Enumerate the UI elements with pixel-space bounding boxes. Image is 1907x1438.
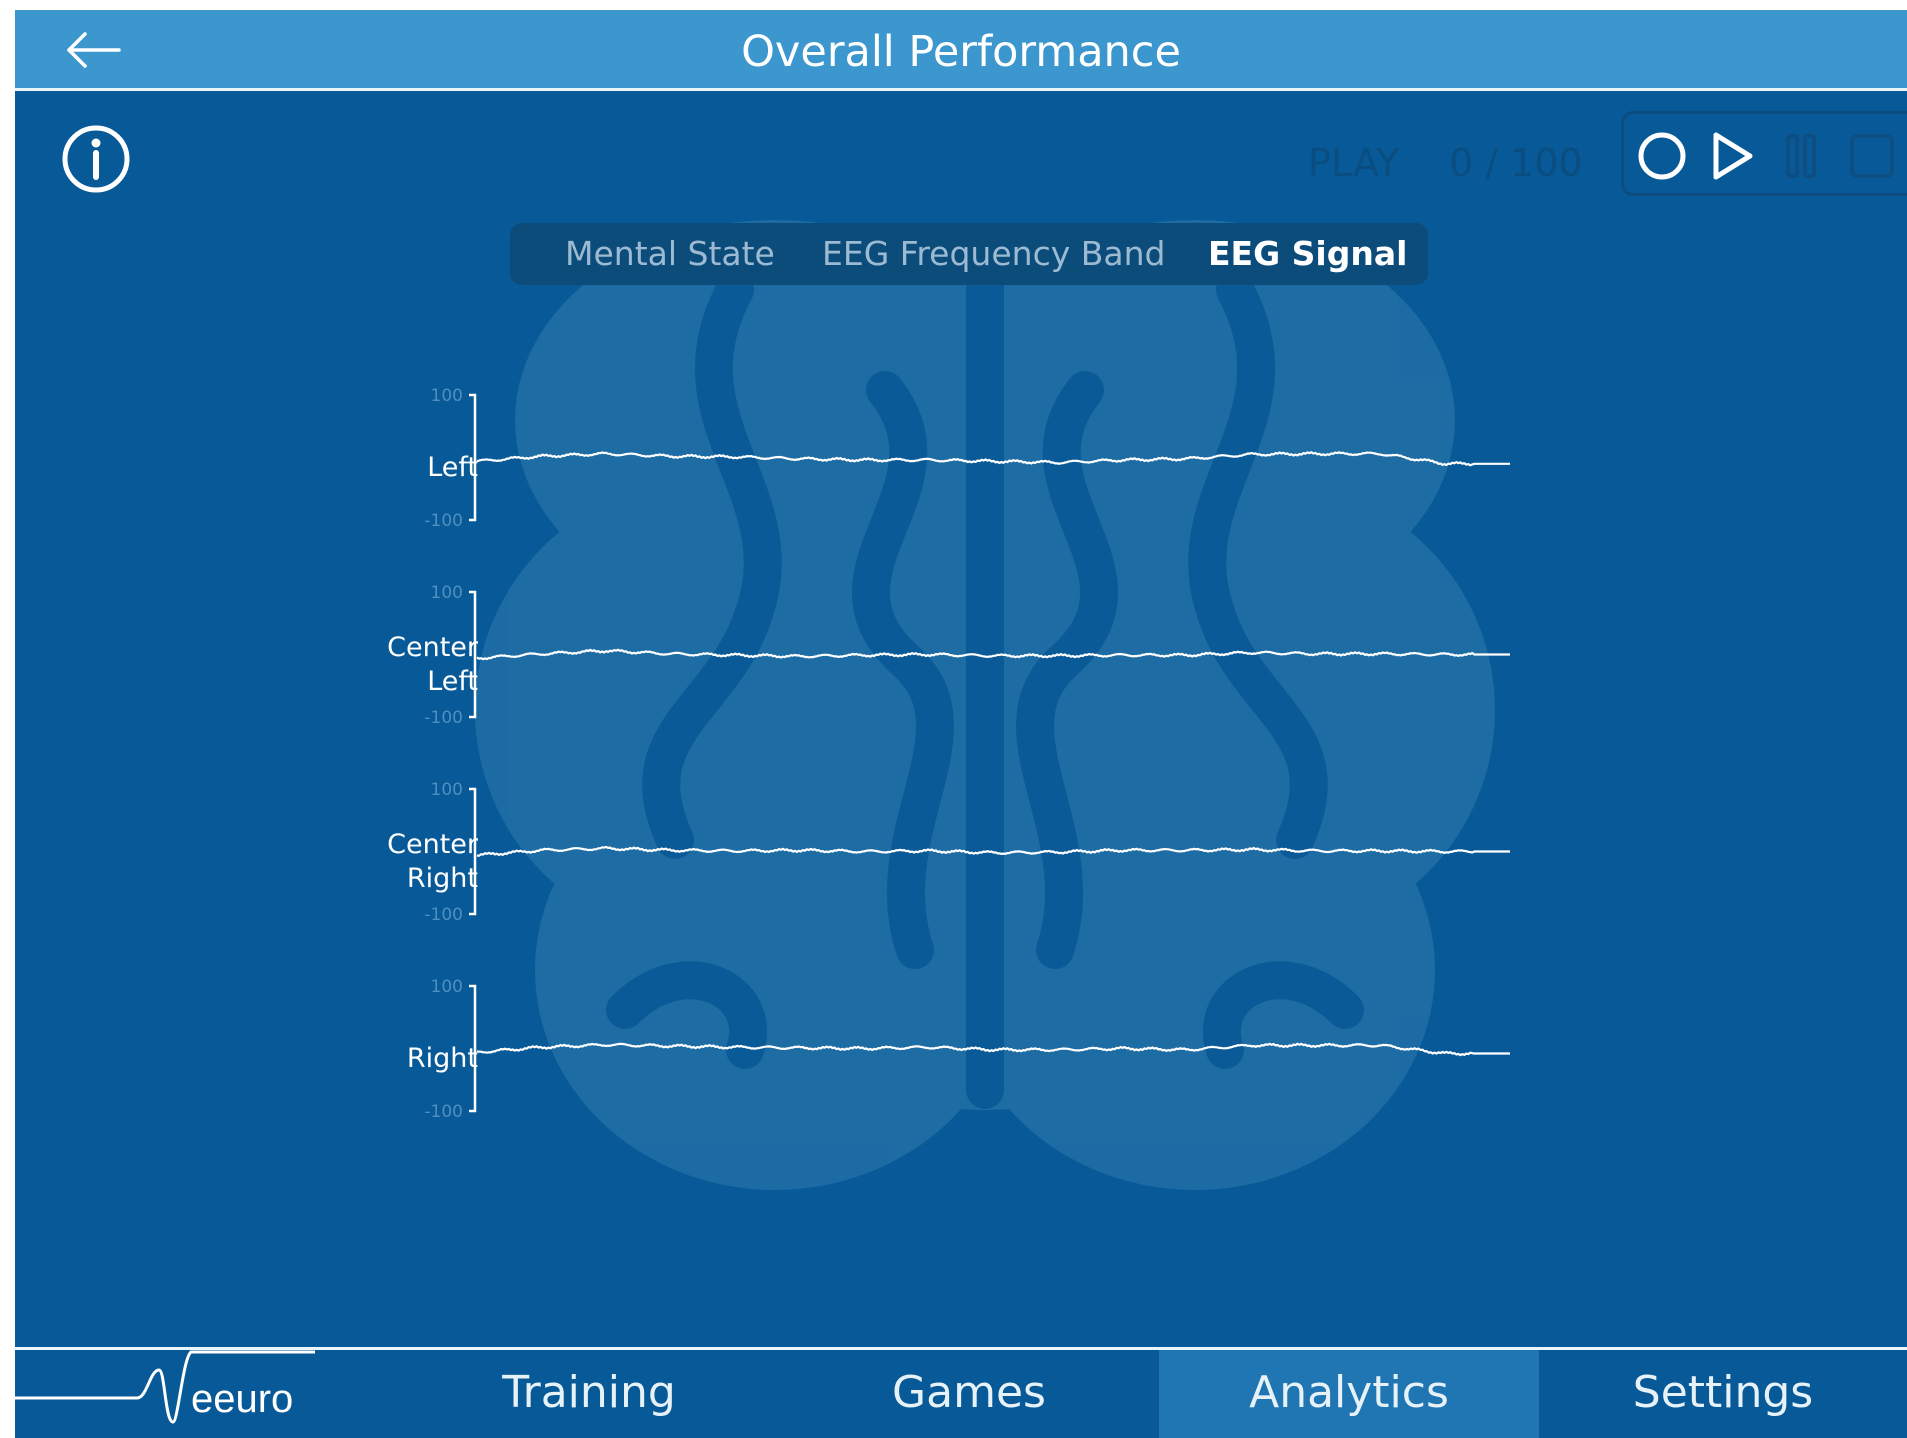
brand-wordmark: eeuro	[191, 1377, 293, 1421]
app-window: Overall Performance PLAY 0 / 100 Mental …	[15, 10, 1907, 1438]
neeuro-logo[interactable]: eeuro	[15, 1350, 315, 1438]
eeg-signal-chart: 100 -100 100 -100 100 -100 100 -100	[424, 386, 1510, 1122]
channel-label-line: Left	[427, 665, 478, 697]
y-tick-label: 100	[431, 583, 463, 603]
signal-line-center-left	[476, 648, 1510, 661]
y-tick-label: 100	[431, 386, 463, 406]
channel-label-center-left: Center Left	[328, 631, 478, 699]
channel-label-line: Right	[406, 862, 478, 894]
channel-label-line: Left	[427, 451, 478, 483]
channel-label-line: Center	[387, 828, 478, 860]
channel-label-left: Left	[328, 451, 478, 485]
y-tick-label: -100	[424, 708, 463, 728]
y-tick-label: -100	[424, 905, 463, 925]
channel-label-line: Center	[387, 631, 478, 663]
nav-training[interactable]: Training	[399, 1350, 779, 1438]
channel-label-right: Right	[328, 1042, 478, 1076]
nav-settings[interactable]: Settings	[1539, 1350, 1907, 1438]
nav-games[interactable]: Games	[779, 1350, 1159, 1438]
channel-label-center-right: Center Right	[328, 828, 478, 896]
signal-line-right	[476, 1042, 1510, 1057]
bottom-navigation: eeuro Training Games Analytics Settings	[15, 1347, 1907, 1438]
y-tick-label: -100	[424, 511, 463, 531]
y-tick-label: 100	[431, 780, 463, 800]
channel-label-line: Right	[406, 1042, 478, 1074]
nav-analytics[interactable]: Analytics	[1159, 1350, 1539, 1438]
signal-line-center-right	[476, 845, 1510, 857]
y-tick-label: 100	[431, 977, 463, 997]
y-tick-label: -100	[424, 1102, 463, 1122]
signal-line-left	[476, 451, 1510, 467]
